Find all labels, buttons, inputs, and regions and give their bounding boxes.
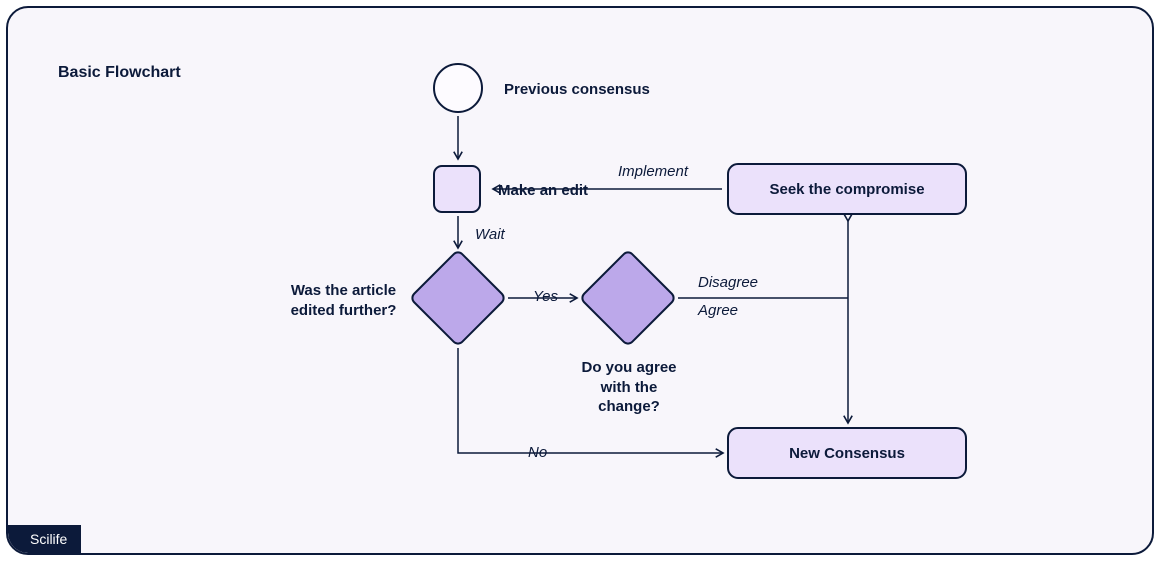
flowchart-card: Basic Flowchart xyxy=(6,6,1154,555)
decision-agree-icon xyxy=(580,250,676,346)
decision-edited-icon xyxy=(410,250,506,346)
edge-label-wait: Wait xyxy=(475,226,505,243)
decision-agree-label: Do you agree with the change? xyxy=(579,358,679,417)
edge-label-implement: Implement xyxy=(618,163,688,180)
edge-label-yes: Yes xyxy=(533,288,558,305)
start-node-icon xyxy=(434,64,482,112)
edge-label-agree: Agree xyxy=(698,302,738,319)
process-compromise-label: Seek the compromise xyxy=(728,180,966,200)
process-edit-label: Make an edit xyxy=(498,181,588,201)
process-consensus-label: New Consensus xyxy=(728,444,966,464)
edge-label-no: No xyxy=(528,444,547,461)
process-edit-icon xyxy=(434,166,480,212)
decision-edited-label: Was the article edited further? xyxy=(281,281,406,320)
edge-label-disagree: Disagree xyxy=(698,274,758,291)
brand-badge: Scilife xyxy=(8,525,81,553)
start-node-label: Previous consensus xyxy=(504,80,650,100)
